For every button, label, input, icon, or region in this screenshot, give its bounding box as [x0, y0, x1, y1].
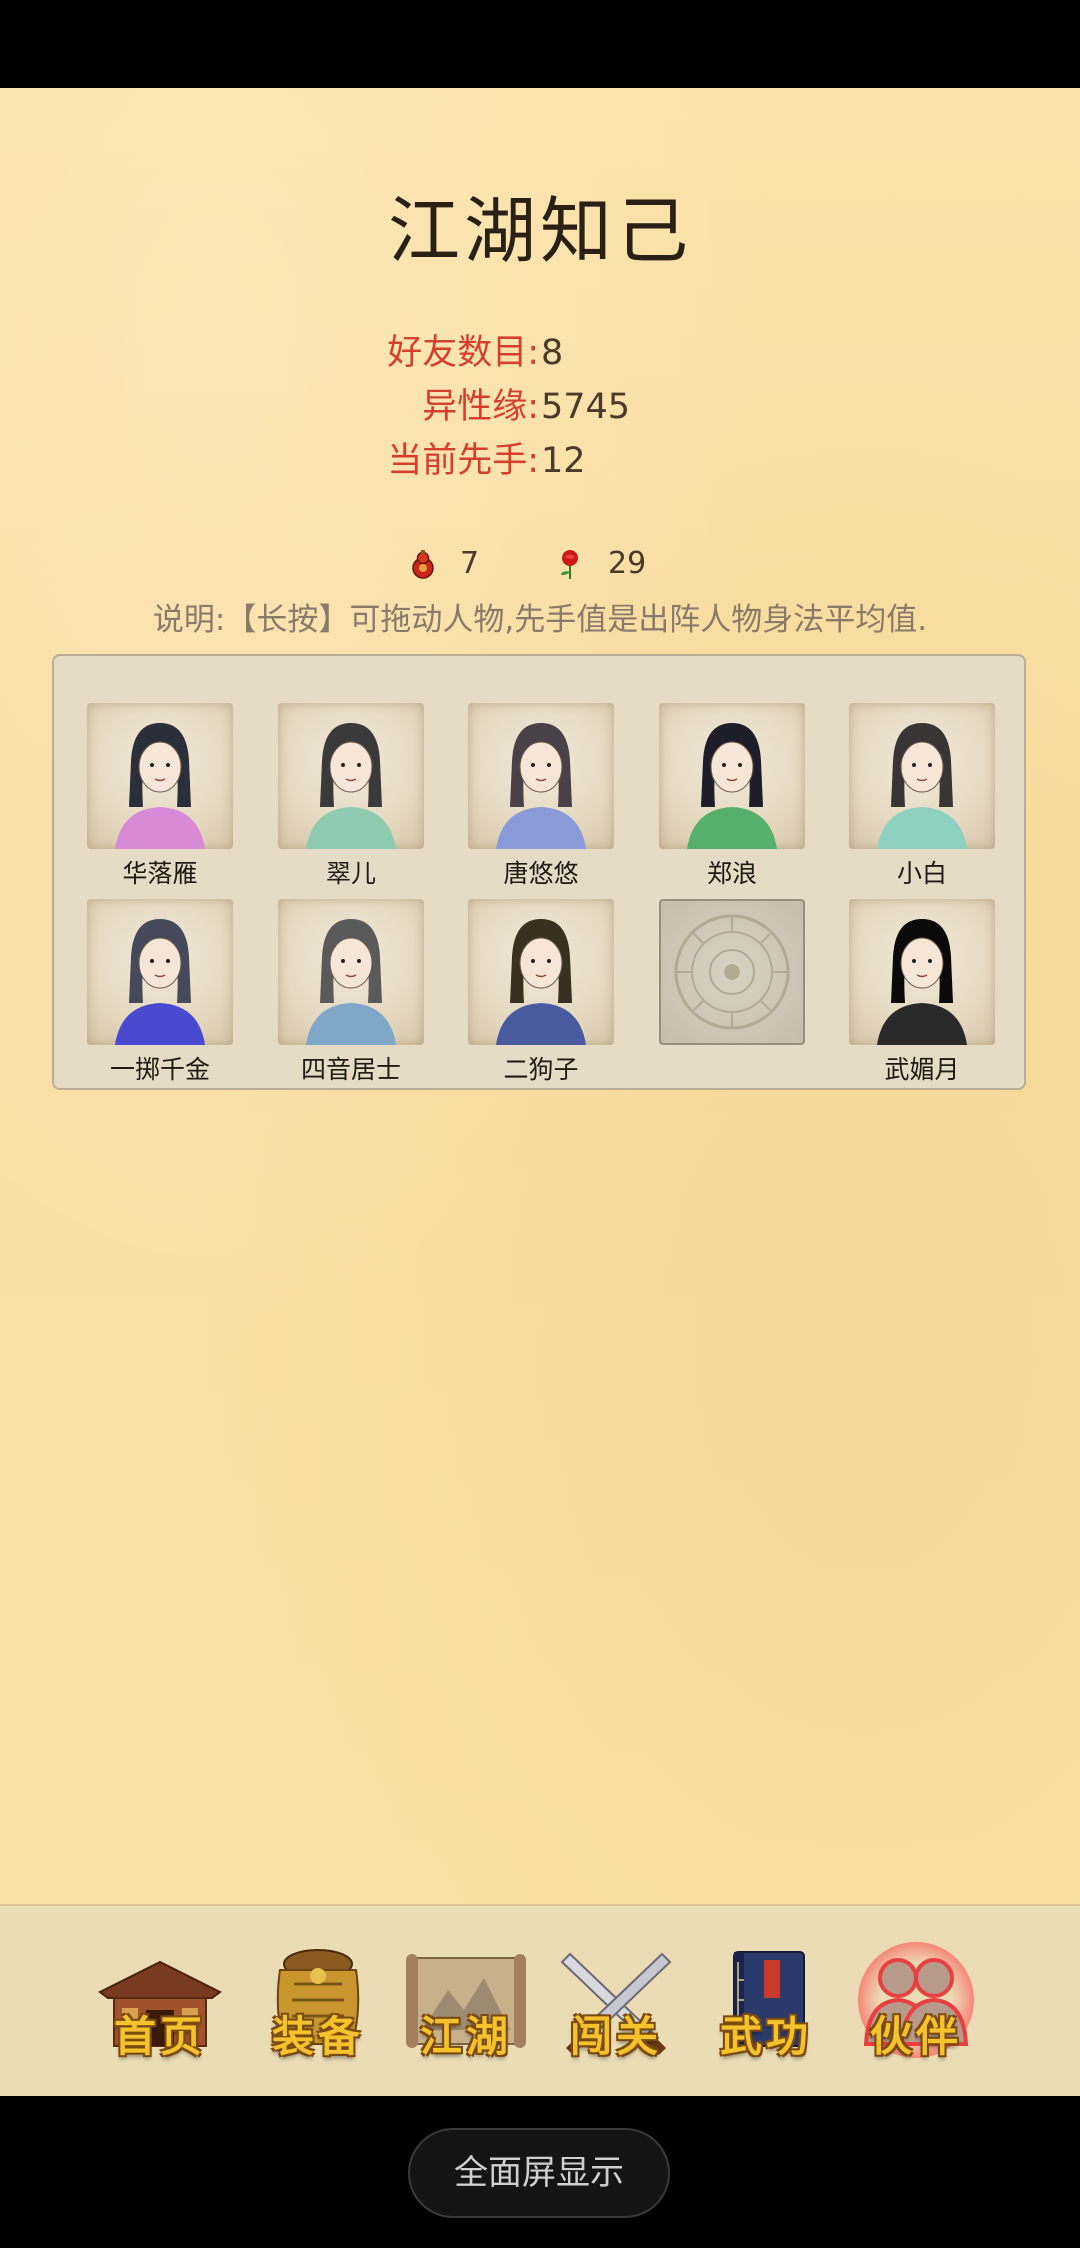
stat-label: 异性缘:: [422, 387, 539, 427]
partner-avatar-icon: [115, 723, 205, 849]
partner-name: 二狗子: [503, 1055, 579, 1084]
partner-slot[interactable]: 一掷千金: [87, 899, 233, 1087]
partner-name: 一掷千金: [109, 1055, 210, 1084]
partner-slot[interactable]: 华落雁: [87, 703, 233, 891]
stat-label: 好友数目:: [387, 333, 539, 373]
nav-label: 武功: [719, 2012, 812, 2061]
gourd-count: 7: [460, 546, 480, 581]
stats-panel: 好友数目: 8 异性缘: 5745 当前先手: 12: [0, 326, 1080, 488]
nav-label: 首页: [113, 2012, 206, 2061]
stat-value: 5745: [541, 387, 631, 427]
partner-portrait: [87, 899, 233, 1045]
stat-value: 8: [541, 333, 564, 373]
rose-count: 29: [608, 546, 647, 581]
partner-name: 小白: [896, 859, 947, 888]
medallion-icon: [674, 914, 790, 1030]
partner-name: 翠儿: [325, 859, 376, 888]
partner-avatar-icon: [306, 919, 396, 1045]
nav-label: 闯关: [569, 2012, 662, 2061]
partner-avatar-icon: [877, 919, 967, 1045]
stat-value: 12: [541, 441, 586, 481]
gourd-counter: 7: [410, 546, 479, 581]
partner-grid: 华落雁 翠儿 唐悠悠 郑浪 小白 一掷千金 四音居士 二狗子 武媚月: [52, 654, 1026, 1090]
nav-equipment[interactable]: 装备: [254, 1940, 382, 2068]
partner-name: 郑浪: [706, 859, 757, 888]
nav-partners[interactable]: 伙伴: [852, 1940, 980, 2068]
partner-slot[interactable]: 翠儿: [278, 703, 424, 891]
page-title: 江湖知己: [387, 189, 692, 273]
stat-initiative: 当前先手: 12: [0, 434, 1080, 488]
partner-name: 华落雁: [122, 859, 198, 888]
stat-charm: 异性缘: 5745: [0, 380, 1080, 434]
nav-martial-arts[interactable]: 武功: [702, 1940, 830, 2068]
gourd-icon: [412, 549, 434, 579]
partner-avatar-icon: [496, 723, 586, 849]
partner-slot[interactable]: 郑浪: [659, 703, 805, 891]
stat-friend-count: 好友数目: 8: [0, 326, 1080, 380]
rose-icon: [561, 549, 578, 579]
fullscreen-button[interactable]: 全面屏显示: [408, 2128, 670, 2218]
stat-label: 当前先手:: [387, 441, 539, 481]
partner-portrait: [87, 703, 233, 849]
empty-slot-frame: [659, 899, 805, 1045]
partner-portrait: [849, 899, 995, 1045]
partner-avatar-icon: [877, 723, 967, 849]
partner-avatar-icon: [115, 919, 205, 1045]
partner-name: [659, 1053, 805, 1087]
partner-slot[interactable]: 二狗子: [468, 899, 614, 1087]
nav-challenge[interactable]: 闯关: [552, 1940, 680, 2068]
partner-avatar-icon: [306, 723, 396, 849]
partner-name: 唐悠悠: [503, 859, 579, 888]
nav-label: 伙伴: [869, 2012, 962, 2061]
rose-counter: 29: [556, 546, 646, 581]
partner-name: 武媚月: [884, 1055, 960, 1084]
partner-portrait: [278, 899, 424, 1045]
instruction-note: 说明:【长按】可拖动人物,先手值是出阵人物身法平均值.: [152, 602, 928, 638]
partner-avatar-icon: [687, 723, 777, 849]
partner-portrait: [849, 703, 995, 849]
nav-label: 江湖: [419, 2012, 512, 2061]
partner-slot[interactable]: 小白: [849, 703, 995, 891]
partner-slot[interactable]: 唐悠悠: [468, 703, 614, 891]
partner-portrait: [468, 899, 614, 1045]
nav-home[interactable]: 首页: [96, 1940, 224, 2068]
partner-portrait: [278, 703, 424, 849]
partner-avatar-icon: [496, 919, 586, 1045]
currency-bar: 7 29: [0, 540, 1080, 588]
partner-slot[interactable]: 武媚月: [849, 899, 995, 1087]
bottom-nav: 首页 装备 江湖 闯关 武功 伙伴: [0, 1904, 1080, 2098]
partner-slot[interactable]: 四音居士: [278, 899, 424, 1087]
empty-slot[interactable]: [659, 899, 805, 1087]
partner-name: 四音居士: [300, 1055, 401, 1084]
partner-portrait: [468, 703, 614, 849]
partner-portrait: [659, 703, 805, 849]
status-bar: [0, 0, 1080, 88]
system-bar: 全面屏显示: [0, 2096, 1080, 2248]
nav-jianghu[interactable]: 江湖: [402, 1940, 530, 2068]
nav-label: 装备: [271, 2012, 364, 2061]
